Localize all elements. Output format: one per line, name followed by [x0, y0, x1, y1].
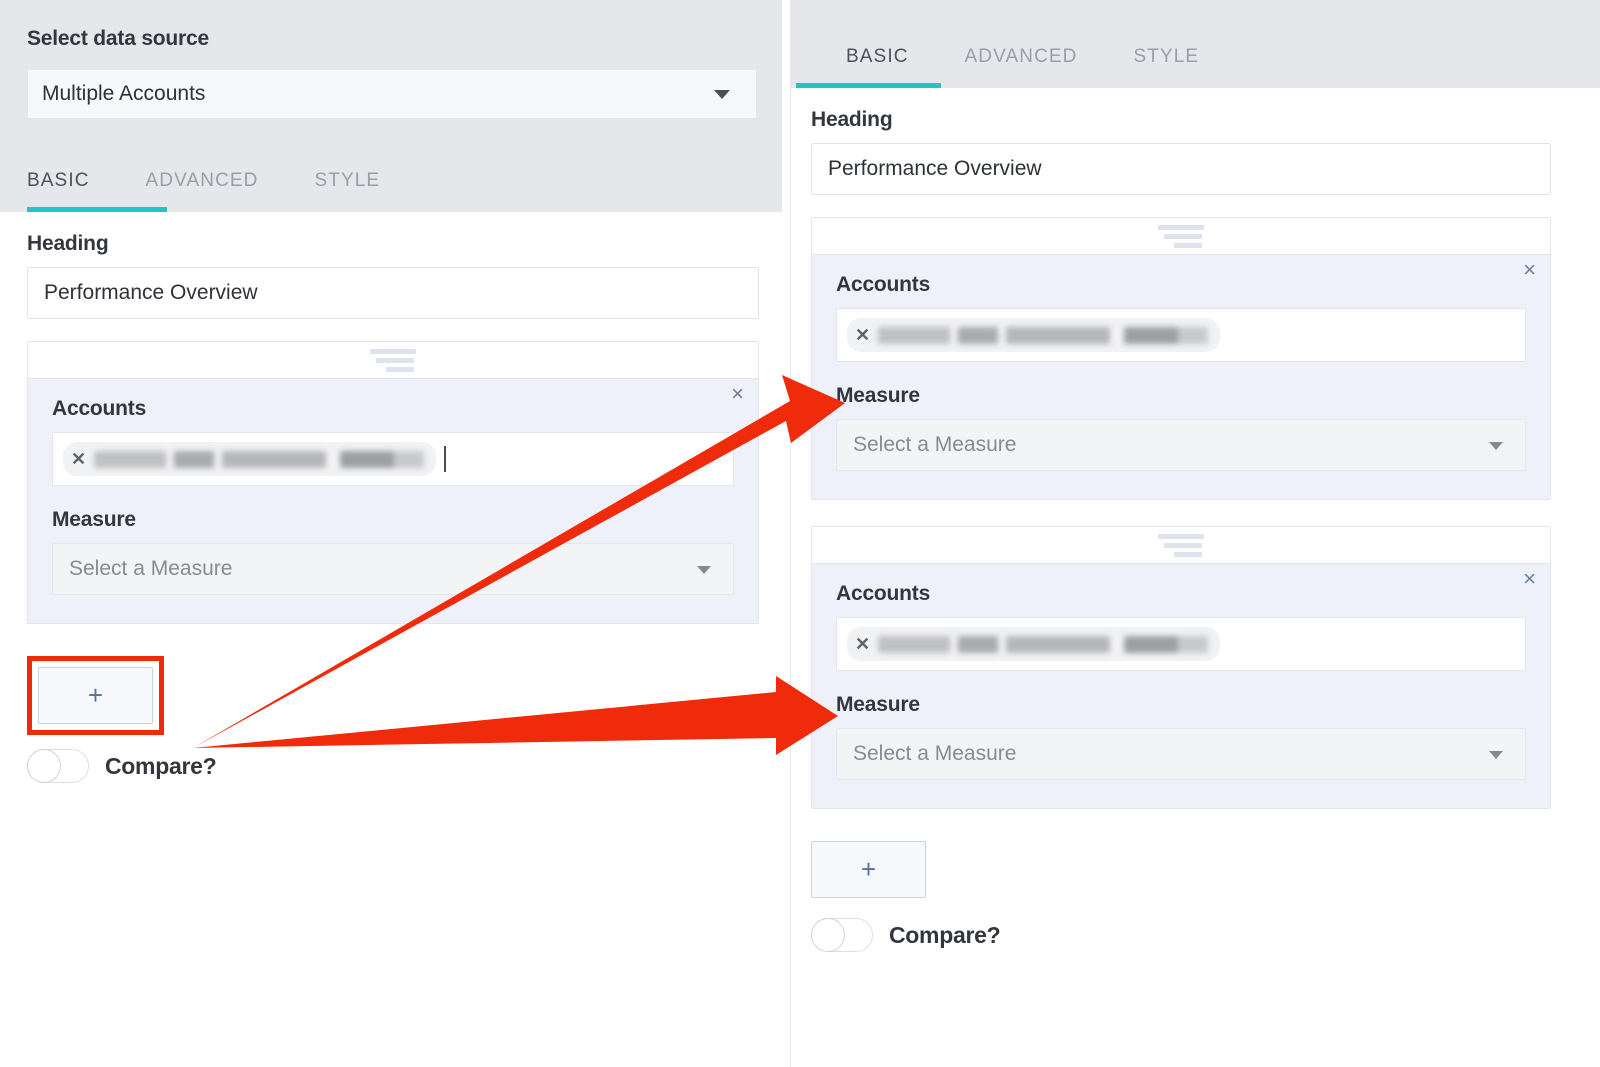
close-icon[interactable]: ×: [731, 383, 744, 405]
measure-label: Measure: [836, 384, 1526, 408]
left-panel-body: Heading Performance Overview × Accounts …: [27, 232, 759, 783]
right-panel-header: BASIC ADVANCED STYLE: [791, 0, 1600, 88]
account-chip: ✕: [847, 627, 1220, 661]
tab-style[interactable]: STYLE: [315, 170, 381, 212]
active-tab-indicator: [796, 83, 941, 88]
metric-card: × Accounts ✕ Measure Select a Measure: [27, 341, 759, 624]
account-chip: ✕: [847, 318, 1220, 352]
chevron-down-icon: [1489, 442, 1503, 450]
add-metric-button[interactable]: +: [811, 841, 926, 898]
tab-advanced[interactable]: ADVANCED: [146, 170, 259, 212]
metric-card: × Accounts ✕ Measure Select a Measure: [811, 217, 1551, 500]
compare-label: Compare?: [105, 753, 216, 780]
chevron-down-icon: [1489, 751, 1503, 759]
chevron-down-icon: [714, 90, 730, 99]
text-cursor: [444, 446, 446, 472]
accounts-label: Accounts: [836, 582, 1526, 606]
accounts-input[interactable]: ✕: [836, 308, 1526, 362]
heading-label: Heading: [811, 108, 1551, 132]
data-source-label: Select data source: [27, 27, 209, 51]
measure-select[interactable]: Select a Measure: [836, 419, 1526, 471]
toggle-knob: [811, 918, 845, 952]
drag-handle-icon[interactable]: [812, 218, 1550, 254]
heading-input[interactable]: Performance Overview: [811, 143, 1551, 195]
metric-card-body: × Accounts ✕ Measure Select a Measure: [812, 563, 1550, 808]
chevron-down-icon: [697, 566, 711, 574]
active-tab-indicator: [27, 207, 167, 212]
measure-select[interactable]: Select a Measure: [836, 728, 1526, 780]
accounts-input[interactable]: ✕: [52, 432, 734, 486]
measure-placeholder: Select a Measure: [853, 433, 1016, 457]
close-icon[interactable]: ×: [1523, 259, 1536, 281]
close-icon[interactable]: ✕: [855, 635, 870, 653]
right-panel-body: Heading Performance Overview × Accounts …: [811, 108, 1551, 952]
add-metric-button[interactable]: +: [38, 667, 153, 724]
left-panel-header: Select data source Multiple Accounts BAS…: [0, 0, 782, 212]
add-button-highlight: +: [27, 656, 164, 735]
compare-row: Compare?: [811, 918, 1551, 952]
right-settings-panel: BASIC ADVANCED STYLE Heading Performance…: [790, 0, 1600, 1067]
drag-handle-icon[interactable]: [812, 527, 1550, 563]
tab-style[interactable]: STYLE: [1134, 46, 1200, 88]
measure-label: Measure: [836, 693, 1526, 717]
compare-label: Compare?: [889, 922, 1000, 949]
compare-row: Compare?: [27, 749, 759, 783]
account-chip-label: [878, 636, 1208, 653]
metric-card: × Accounts ✕ Measure Select a Measure: [811, 526, 1551, 809]
account-chip-label: [94, 451, 424, 468]
metric-card-body: × Accounts ✕ Measure Select a Measure: [28, 378, 758, 623]
compare-toggle[interactable]: [811, 918, 873, 952]
tab-basic[interactable]: BASIC: [27, 170, 90, 212]
compare-toggle[interactable]: [27, 749, 89, 783]
drag-handle-icon[interactable]: [28, 342, 758, 378]
account-chip: ✕: [63, 442, 436, 476]
measure-placeholder: Select a Measure: [69, 557, 232, 581]
left-tab-bar: BASIC ADVANCED STYLE: [27, 150, 436, 212]
data-source-value: Multiple Accounts: [42, 82, 205, 106]
close-icon[interactable]: ✕: [855, 326, 870, 344]
heading-input[interactable]: Performance Overview: [27, 267, 759, 319]
measure-placeholder: Select a Measure: [853, 742, 1016, 766]
metric-card-body: × Accounts ✕ Measure Select a Measure: [812, 254, 1550, 499]
measure-select[interactable]: Select a Measure: [52, 543, 734, 595]
data-source-select[interactable]: Multiple Accounts: [27, 69, 757, 119]
tab-advanced[interactable]: ADVANCED: [965, 46, 1078, 88]
accounts-input[interactable]: ✕: [836, 617, 1526, 671]
toggle-knob: [27, 749, 61, 783]
accounts-label: Accounts: [836, 273, 1526, 297]
measure-label: Measure: [52, 508, 734, 532]
close-icon[interactable]: ×: [1523, 568, 1536, 590]
tab-basic[interactable]: BASIC: [846, 46, 909, 88]
close-icon[interactable]: ✕: [71, 450, 86, 468]
accounts-label: Accounts: [52, 397, 734, 421]
left-settings-panel: Select data source Multiple Accounts BAS…: [0, 0, 790, 1067]
heading-label: Heading: [27, 232, 759, 256]
account-chip-label: [878, 327, 1208, 344]
right-tab-bar: BASIC ADVANCED STYLE: [846, 18, 1255, 88]
